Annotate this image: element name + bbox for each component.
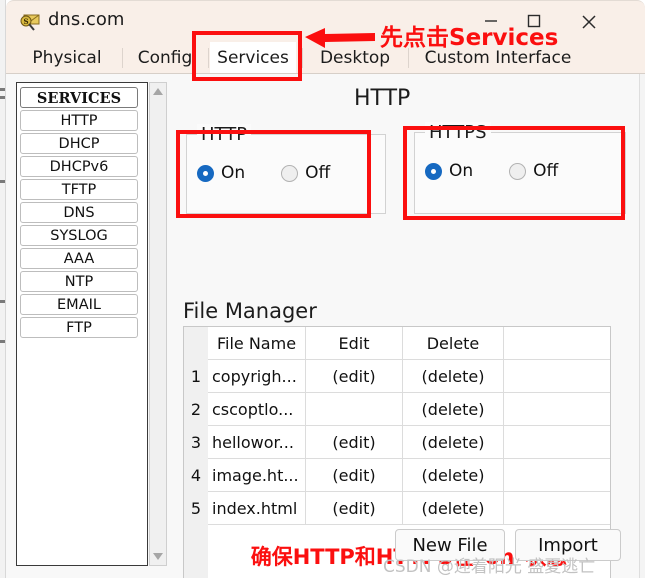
sidebar-item-ntp[interactable]: NTP <box>20 271 138 292</box>
column-header-edit: Edit <box>306 327 403 360</box>
sidebar-item-dhcpv6[interactable]: DHCPv6 <box>20 156 138 177</box>
note-row-number-cell <box>184 525 208 578</box>
envelope-magnifier-icon: S <box>19 11 41 33</box>
http-group-box: HTTP On Off <box>186 124 386 214</box>
http-on-radio[interactable]: On <box>197 163 245 183</box>
scroll-up-arrow-icon[interactable] <box>150 84 166 100</box>
maximize-button[interactable] <box>514 5 554 37</box>
http-radio-row: On Off <box>197 163 366 183</box>
tab-services[interactable]: Services <box>210 42 296 74</box>
tab-physical[interactable]: Physical <box>14 42 120 74</box>
sidebar-item-aaa[interactable]: AAA <box>20 248 138 269</box>
edge-mark <box>0 340 5 343</box>
application-window: S dns.com Physical Config Services Deskt… <box>0 0 645 578</box>
cell-delete-link[interactable]: (delete) <box>403 360 504 393</box>
row-number: 4 <box>184 459 208 492</box>
table-row: 5 index.html (edit) (delete) <box>184 492 610 525</box>
edge-mark <box>0 300 5 303</box>
cell-delete-link[interactable]: (delete) <box>403 393 504 426</box>
import-button[interactable]: Import <box>515 529 621 561</box>
cell-edit-link[interactable]: (edit) <box>306 426 403 459</box>
tab-separator <box>122 48 123 68</box>
column-header-file-name: File Name <box>208 327 306 360</box>
cell-file-name: copyrigh... <box>208 360 306 393</box>
row-number: 3 <box>184 426 208 459</box>
https-off-radio[interactable]: Off <box>509 161 558 181</box>
sidebar-item-dns[interactable]: DNS <box>20 202 138 223</box>
cell-delete-link[interactable]: (delete) <box>403 426 504 459</box>
sidebar-item-http[interactable]: HTTP <box>20 110 138 131</box>
table-row: 2 cscoptlo... (delete) <box>184 393 610 426</box>
row-number: 1 <box>184 360 208 393</box>
minimize-button[interactable] <box>471 5 511 37</box>
column-header-delete: Delete <box>403 327 504 360</box>
services-scrollbar[interactable] <box>149 82 167 566</box>
edge-mark <box>0 96 5 99</box>
cell-file-name: index.html <box>208 492 306 525</box>
file-manager-title: File Manager <box>183 299 317 323</box>
cell-blank <box>504 492 610 525</box>
row-number: 5 <box>184 492 208 525</box>
table-header-row: File Name Edit Delete <box>184 327 610 360</box>
sidebar-item-tftp[interactable]: TFTP <box>20 179 138 200</box>
sidebar-item-email[interactable]: EMAIL <box>20 294 138 315</box>
svg-text:S: S <box>23 17 28 26</box>
cell-delete-link[interactable]: (delete) <box>403 459 504 492</box>
edge-mark <box>0 88 5 91</box>
header-rownum-cell <box>184 327 208 360</box>
tab-custom-interface[interactable]: Custom Interface <box>410 42 586 74</box>
cell-edit-link[interactable]: (edit) <box>306 492 403 525</box>
radio-unselected-icon <box>281 164 299 182</box>
row-number: 2 <box>184 393 208 426</box>
tab-separator <box>208 48 209 68</box>
table-row: 1 copyrigh... (edit) (delete) <box>184 360 610 393</box>
https-group-legend: HTTPS <box>425 122 491 143</box>
cell-file-name: hellowor... <box>208 426 306 459</box>
content-area: SERVICES HTTP DHCP DHCPv6 TFTP DNS SYSLO… <box>6 74 645 578</box>
cell-file-name: image.ht... <box>208 459 306 492</box>
close-button[interactable] <box>569 5 609 37</box>
window-title: dns.com <box>48 9 125 30</box>
tab-separator <box>302 48 303 68</box>
https-radio-row: On Off <box>425 161 594 181</box>
column-header-blank <box>504 327 610 360</box>
cell-blank <box>504 360 610 393</box>
edge-mark <box>0 180 5 183</box>
table-row: 3 hellowor... (edit) (delete) <box>184 426 610 459</box>
cell-blank <box>504 393 610 426</box>
radio-selected-icon <box>425 162 442 180</box>
sidebar-item-syslog[interactable]: SYSLOG <box>20 225 138 246</box>
sidebar-item-dhcp[interactable]: DHCP <box>20 133 138 154</box>
cell-edit-link <box>306 393 403 426</box>
https-on-label: On <box>449 161 474 181</box>
radio-selected-icon <box>197 164 214 182</box>
https-on-radio[interactable]: On <box>425 161 473 181</box>
title-bar: S dns.com <box>6 0 645 42</box>
http-off-label: Off <box>305 163 331 183</box>
table-row: 4 image.ht... (edit) (delete) <box>184 459 610 492</box>
scroll-down-arrow-icon[interactable] <box>150 548 166 564</box>
cell-delete-link[interactable]: (delete) <box>403 492 504 525</box>
cell-blank <box>504 459 610 492</box>
tab-desktop[interactable]: Desktop <box>304 42 406 74</box>
sidebar-item-ftp[interactable]: FTP <box>20 317 138 338</box>
services-list-header: SERVICES <box>20 87 138 108</box>
cell-edit-link[interactable]: (edit) <box>306 459 403 492</box>
http-off-radio[interactable]: Off <box>281 163 330 183</box>
https-off-label: Off <box>533 161 559 181</box>
new-file-button[interactable]: New File <box>395 529 505 561</box>
https-group-box: HTTPS On Off <box>414 122 626 214</box>
tab-bar: Physical Config Services Desktop Custom … <box>6 42 645 74</box>
cell-blank <box>504 426 610 459</box>
right-scrollbar-edge[interactable] <box>639 74 645 578</box>
cell-file-name: cscoptlo... <box>208 393 306 426</box>
radio-unselected-icon <box>509 162 527 180</box>
tab-config[interactable]: Config <box>124 42 206 74</box>
page-title: HTTP <box>354 86 411 111</box>
services-list-panel: SERVICES HTTP DHCP DHCPv6 TFTP DNS SYSLO… <box>16 82 148 566</box>
tab-separator <box>408 48 409 68</box>
http-on-label: On <box>221 163 246 183</box>
http-group-legend: HTTP <box>197 124 252 145</box>
cell-edit-link[interactable]: (edit) <box>306 360 403 393</box>
